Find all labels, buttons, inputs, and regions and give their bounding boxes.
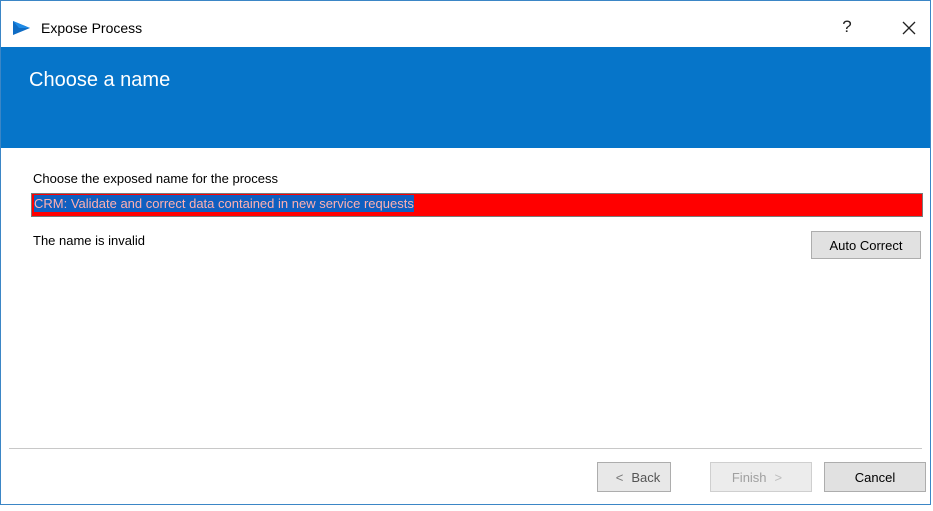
cancel-button[interactable]: Cancel (824, 462, 926, 492)
back-button-label: Back (631, 469, 661, 485)
close-button[interactable] (894, 15, 924, 41)
footer-divider (9, 448, 922, 449)
window-title: Expose Process (41, 20, 143, 36)
validation-status: The name is invalid (33, 233, 145, 248)
auto-correct-button[interactable]: Auto Correct (811, 231, 921, 259)
exposed-name-value: CRM: Validate and correct data contained… (34, 195, 414, 212)
title-bar[interactable]: Expose Process ? (1, 1, 930, 47)
exposed-name-label: Choose the exposed name for the process (33, 171, 278, 186)
finish-button-label: Finish (731, 469, 767, 485)
expose-process-dialog: Expose Process ? Choose a name Choose th… (0, 0, 931, 505)
step-title: Choose a name (29, 69, 171, 91)
help-button[interactable]: ? (833, 15, 861, 39)
back-button[interactable]: < Back (597, 462, 671, 492)
back-arrow-icon: < (615, 469, 624, 485)
wizard-content: Choose the exposed name for the process … (1, 148, 930, 448)
finish-arrow-icon: > (774, 469, 783, 485)
finish-button[interactable]: Finish > (710, 462, 812, 492)
blueprism-logo-icon (13, 21, 30, 35)
exposed-name-input[interactable]: CRM: Validate and correct data contained… (31, 193, 923, 217)
close-icon (902, 21, 916, 35)
wizard-header-banner: Choose a name (1, 47, 930, 148)
